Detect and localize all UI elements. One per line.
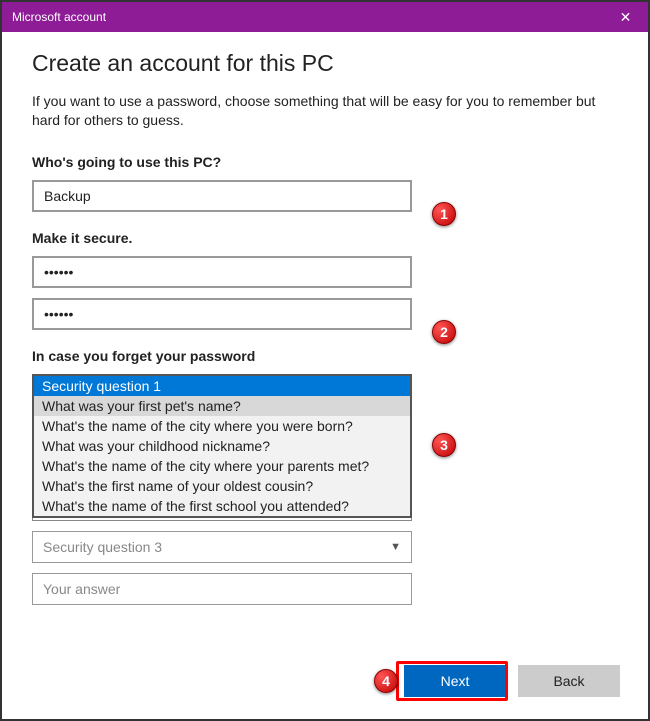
back-button[interactable]: Back bbox=[518, 665, 620, 697]
dropdown-option[interactable]: What's the name of the first school you … bbox=[34, 496, 410, 516]
section-forgot-password: In case you forget your password Securit… bbox=[32, 348, 618, 521]
annotation-badge-3: 3 bbox=[432, 433, 456, 457]
password-confirm-input[interactable] bbox=[32, 298, 412, 330]
close-icon[interactable]: ✕ bbox=[603, 2, 648, 32]
next-button[interactable]: Next bbox=[404, 665, 506, 697]
dropdown-option[interactable]: Security question 1 bbox=[34, 376, 410, 396]
annotation-badge-1: 1 bbox=[432, 202, 456, 226]
security-question-1-dropdown[interactable]: Security question 1 What was your first … bbox=[32, 374, 412, 518]
dropdown-option[interactable]: What's the first name of your oldest cou… bbox=[34, 476, 410, 496]
annotation-badge-2: 2 bbox=[432, 320, 456, 344]
titlebar: Microsoft account ✕ bbox=[2, 2, 648, 32]
answer-input[interactable]: Your answer bbox=[32, 573, 412, 605]
annotation-badge-4: 4 bbox=[374, 669, 398, 693]
page-title: Create an account for this PC bbox=[32, 50, 618, 77]
dropdown-option[interactable]: What was your childhood nickname? bbox=[34, 436, 410, 456]
section-password: Make it secure. bbox=[32, 230, 618, 330]
page-subtitle: If you want to use a password, choose so… bbox=[32, 92, 618, 130]
password-input[interactable] bbox=[32, 256, 412, 288]
chevron-down-icon: ▼ bbox=[390, 541, 401, 553]
answer-placeholder: Your answer bbox=[43, 581, 120, 597]
section-username: Who's going to use this PC? bbox=[32, 154, 618, 212]
select-placeholder: Security question 3 bbox=[43, 539, 162, 555]
security-question-3-select[interactable]: Security question 3 ▼ bbox=[32, 531, 412, 563]
username-label: Who's going to use this PC? bbox=[32, 154, 618, 170]
forgot-label: In case you forget your password bbox=[32, 348, 618, 364]
username-input[interactable] bbox=[32, 180, 412, 212]
footer: Next Back bbox=[404, 665, 620, 697]
dropdown-option[interactable]: What was your first pet's name? bbox=[34, 396, 410, 416]
dropdown-option[interactable]: What's the name of the city where your p… bbox=[34, 456, 410, 476]
password-label: Make it secure. bbox=[32, 230, 618, 246]
dropdown-option[interactable]: What's the name of the city where you we… bbox=[34, 416, 410, 436]
window-title: Microsoft account bbox=[12, 10, 106, 24]
